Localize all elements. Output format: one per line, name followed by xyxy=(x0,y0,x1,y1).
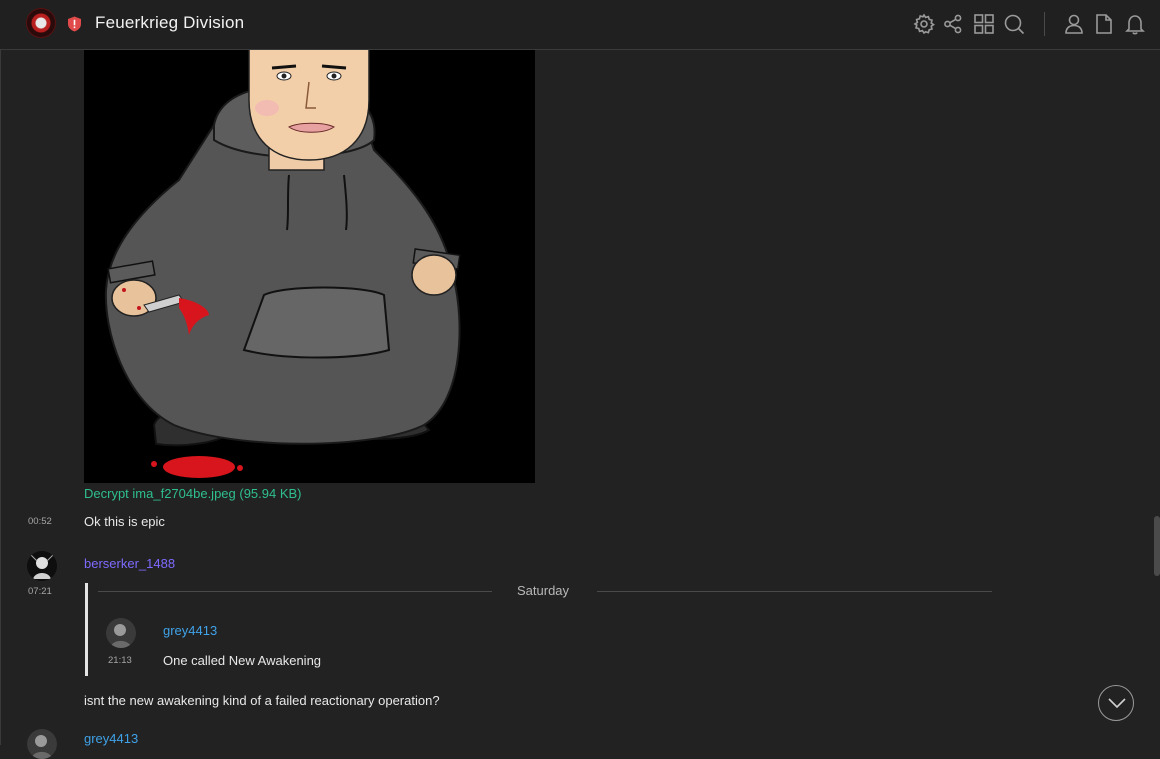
avatar[interactable] xyxy=(106,618,136,648)
message-timestamp: 07:21 xyxy=(28,586,52,597)
avatar[interactable] xyxy=(27,551,57,581)
jump-to-bottom-button[interactable] xyxy=(1098,685,1134,721)
quoted-author[interactable]: grey4413 xyxy=(163,623,217,638)
avatar[interactable] xyxy=(27,729,57,759)
shield-warning-icon xyxy=(67,16,82,32)
toolbar-divider xyxy=(1044,12,1045,36)
settings-icon[interactable] xyxy=(913,13,936,35)
timeline-border xyxy=(0,50,1,745)
message-text: Ok this is epic xyxy=(84,514,165,529)
date-separator-line xyxy=(98,591,492,592)
members-icon[interactable] xyxy=(1063,13,1085,35)
apps-grid-icon[interactable] xyxy=(973,13,995,35)
message-author[interactable]: berserker_1488 xyxy=(84,556,175,571)
reply-quote-bar xyxy=(85,583,88,676)
date-separator-line xyxy=(597,591,992,592)
message-timestamp: 00:52 xyxy=(28,516,52,527)
message-timestamp: 21:13 xyxy=(108,655,132,666)
room-avatar[interactable] xyxy=(27,9,55,37)
room-header: Feuerkrieg Division xyxy=(0,0,1160,50)
share-icon[interactable] xyxy=(942,13,964,35)
message-text: isnt the new awakening kind of a failed … xyxy=(84,693,440,708)
chevron-down-icon xyxy=(1108,698,1126,709)
search-icon[interactable] xyxy=(1003,13,1025,35)
image-attachment[interactable] xyxy=(84,30,535,483)
files-icon[interactable] xyxy=(1093,13,1115,35)
message-author[interactable]: grey4413 xyxy=(84,731,138,746)
quoted-text: One called New Awakening xyxy=(163,653,322,668)
scrollbar-thumb[interactable] xyxy=(1154,516,1160,576)
notifications-icon[interactable] xyxy=(1124,13,1146,35)
decrypt-file-link[interactable]: Decrypt ima_f2704be.jpeg (95.94 KB) xyxy=(84,486,302,501)
date-separator: Saturday xyxy=(517,583,570,598)
room-title: Feuerkrieg Division xyxy=(95,13,245,32)
